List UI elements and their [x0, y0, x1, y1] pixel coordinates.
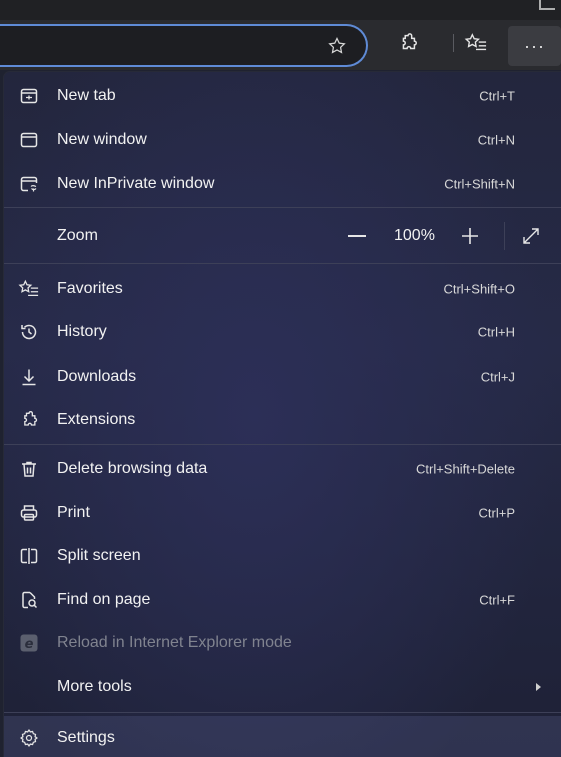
menu-item-shortcut: Ctrl+Shift+Delete	[416, 461, 515, 477]
menu-item-label: Extensions	[57, 411, 136, 428]
ie-icon: e	[18, 632, 40, 654]
menu-item-shortcut: Ctrl+J	[480, 369, 515, 385]
toolbar-separator	[453, 34, 454, 52]
more-label: ···	[524, 35, 545, 56]
menu-item-downloads[interactable]: Downloads Ctrl+J	[4, 355, 561, 399]
window-corner-mark	[539, 0, 555, 10]
chevron-right-icon	[536, 683, 541, 691]
printer-icon	[18, 502, 40, 524]
find-icon	[18, 589, 40, 611]
menu-item-label: Split screen	[57, 547, 141, 564]
new-tab-icon	[18, 85, 40, 107]
menu-item-label: Favorites	[57, 280, 123, 297]
menu-item-label: New window	[57, 131, 147, 148]
download-icon	[18, 366, 40, 388]
menu-item-shortcut: Ctrl+P	[478, 505, 515, 521]
menu-item-new-window[interactable]: New window Ctrl+N	[4, 118, 561, 162]
zoom-in-button[interactable]	[460, 226, 480, 246]
menu-item-zoom: Zoom 100%	[4, 214, 561, 258]
zoom-out-button[interactable]	[348, 235, 366, 237]
zoom-level: 100%	[394, 227, 435, 244]
extensions-icon[interactable]	[395, 30, 421, 56]
settings-menu: New tab Ctrl+T New window Ctrl+N New InP…	[4, 72, 561, 757]
title-strip	[0, 0, 561, 20]
menu-divider	[4, 207, 561, 208]
menu-item-settings[interactable]: Settings	[4, 716, 561, 757]
menu-item-split-screen[interactable]: Split screen	[4, 534, 561, 578]
menu-item-shortcut: Ctrl+Shift+N	[444, 176, 515, 192]
menu-item-shortcut: Ctrl+T	[479, 88, 515, 104]
star-outline-icon[interactable]	[326, 35, 348, 57]
menu-item-extensions[interactable]: Extensions	[4, 398, 561, 442]
gear-icon	[18, 727, 40, 749]
menu-item-label: Zoom	[57, 227, 98, 244]
menu-item-label: New InPrivate window	[57, 175, 215, 192]
browser-toolbar: ···	[0, 0, 561, 70]
new-window-icon	[18, 129, 40, 151]
menu-item-label: Find on page	[57, 591, 151, 608]
address-bar[interactable]	[0, 24, 368, 67]
zoom-separator	[504, 222, 505, 250]
menu-item-label: More tools	[57, 678, 132, 695]
menu-divider	[4, 712, 561, 713]
svg-text:e: e	[25, 637, 34, 652]
settings-and-more-button[interactable]: ···	[508, 26, 561, 66]
full-screen-icon[interactable]	[520, 225, 542, 247]
menu-item-find-on-page[interactable]: Find on page Ctrl+F	[4, 578, 561, 622]
menu-item-shortcut: Ctrl+F	[479, 592, 515, 608]
menu-item-more-tools[interactable]: More tools	[4, 665, 561, 709]
favorites-icon	[18, 278, 40, 300]
menu-item-label: Downloads	[57, 368, 137, 385]
menu-item-label: New tab	[57, 87, 116, 104]
menu-item-label: Delete browsing data	[57, 460, 208, 477]
menu-item-label: History	[57, 323, 107, 340]
split-screen-icon	[18, 545, 40, 567]
history-icon	[18, 321, 40, 343]
menu-item-label: Print	[57, 504, 90, 521]
menu-divider	[4, 263, 561, 264]
trash-icon	[18, 458, 40, 480]
menu-item-print[interactable]: Print Ctrl+P	[4, 491, 561, 535]
menu-item-history[interactable]: History Ctrl+H	[4, 310, 561, 354]
favorites-list-icon[interactable]	[463, 30, 489, 56]
menu-item-favorites[interactable]: Favorites Ctrl+Shift+O	[4, 267, 561, 311]
menu-item-label: Settings	[57, 729, 115, 746]
inprivate-icon	[18, 173, 40, 195]
menu-item-shortcut: Ctrl+Shift+O	[443, 281, 515, 297]
menu-item-shortcut: Ctrl+H	[477, 324, 515, 340]
menu-item-new-tab[interactable]: New tab Ctrl+T	[4, 74, 561, 118]
puzzle-icon	[18, 409, 40, 431]
menu-item-shortcut: Ctrl+N	[477, 132, 515, 148]
menu-item-delete-browsing-data[interactable]: Delete browsing data Ctrl+Shift+Delete	[4, 447, 561, 491]
menu-item-new-inprivate-window[interactable]: New InPrivate window Ctrl+Shift+N	[4, 162, 561, 206]
menu-item-reload-ie-mode: e Reload in Internet Explorer mode	[4, 621, 561, 665]
menu-item-label: Reload in Internet Explorer mode	[57, 634, 292, 651]
menu-divider	[4, 444, 561, 445]
